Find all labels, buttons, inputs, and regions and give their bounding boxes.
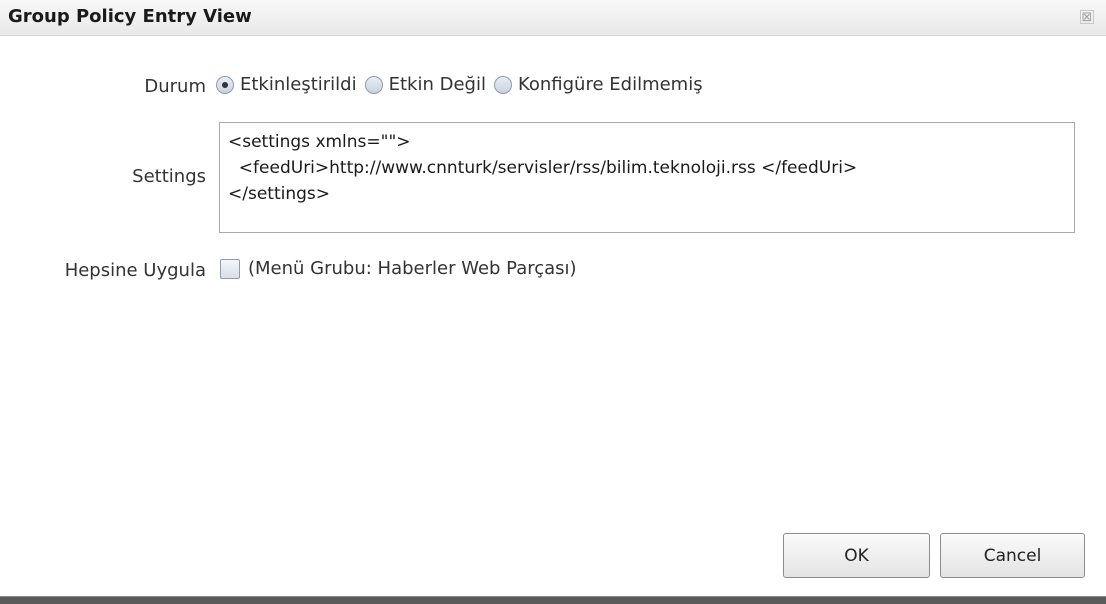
cancel-button[interactable]: Cancel xyxy=(940,533,1085,578)
status-option-enabled[interactable]: Etkinleştirildi xyxy=(216,74,357,95)
status-label: Durum xyxy=(144,76,206,97)
status-option-not-configured[interactable]: Konfigüre Edilmemiş xyxy=(493,74,703,95)
close-icon[interactable]: ⊠ xyxy=(1080,10,1094,25)
apply-all-label: Hepsine Uygula xyxy=(64,260,206,281)
status-option-disabled[interactable]: Etkin Değil xyxy=(364,74,486,95)
radio-enabled-label: Etkinleştirildi xyxy=(240,74,357,95)
title-bar: Group Policy Entry View ⊠ xyxy=(0,0,1106,36)
radio-disabled-label: Etkin Değil xyxy=(388,74,486,95)
settings-textarea[interactable]: <settings xmlns=""> <feedUri>http://www.… xyxy=(219,122,1075,233)
dialog-title: Group Policy Entry View xyxy=(8,6,252,27)
ok-button[interactable]: OK xyxy=(783,533,930,578)
apply-all-checkbox[interactable] xyxy=(220,258,240,279)
apply-all-row: (Menü Grubu: Haberler Web Parçası) xyxy=(220,258,577,279)
settings-label: Settings xyxy=(132,166,206,187)
radio-disabled[interactable] xyxy=(364,75,383,94)
radio-not-configured-label: Konfigüre Edilmemiş xyxy=(517,74,703,95)
radio-not-configured[interactable] xyxy=(493,75,512,94)
apply-all-description: (Menü Grubu: Haberler Web Parçası) xyxy=(248,258,577,279)
radio-enabled[interactable] xyxy=(216,75,234,94)
dialog-window: Group Policy Entry View ⊠ Durum Etkinleş… xyxy=(0,0,1106,597)
status-radio-group: Etkinleştirildi Etkin Değil Konfigüre Ed… xyxy=(216,74,711,95)
